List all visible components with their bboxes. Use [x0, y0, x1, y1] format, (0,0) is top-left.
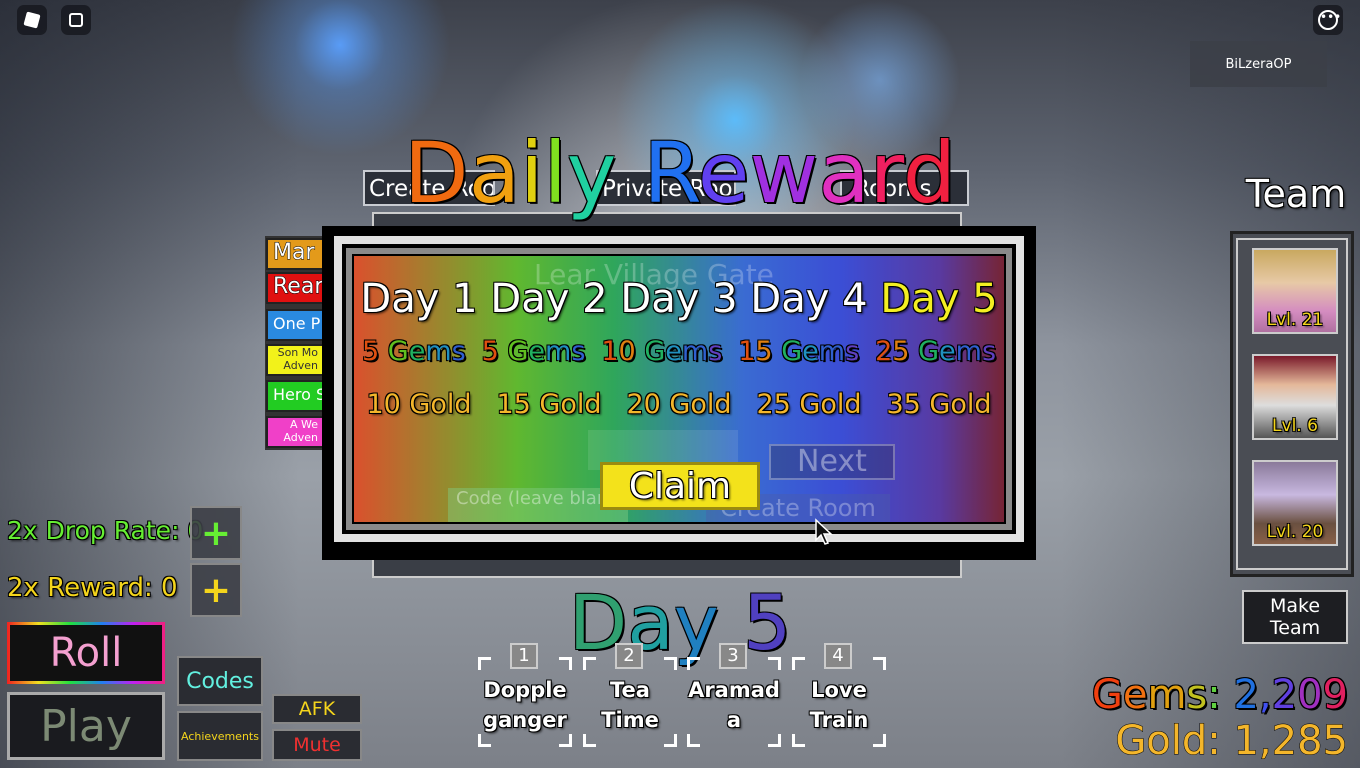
gems-counter-text: Gems: 2,209 [1091, 672, 1348, 718]
team-member-level: Lvl. 20 [1266, 522, 1324, 542]
song-number: 4 [824, 643, 852, 669]
song-name: Tea Time [601, 678, 659, 732]
reward-gems-row: 5 Gems 5 Gems 10 Gems 15 Gems 25 Gems [354, 336, 1004, 367]
gold-reward: 35 Gold [886, 389, 992, 420]
make-team-button[interactable]: Make Team [1242, 590, 1348, 644]
current-day-banner-text: Day 5 [568, 578, 792, 667]
next-button-ghost: Next [769, 444, 895, 480]
team-title: Team [1245, 172, 1347, 216]
drop-rate-boost-label: 2x Drop Rate: 0 [7, 516, 204, 545]
gem-reward: 10 Gems [601, 336, 723, 367]
achievements-button[interactable]: Achievements [177, 711, 263, 761]
song-name: Love Train [809, 678, 869, 732]
song-number: 1 [510, 643, 538, 669]
roll-button[interactable]: Roll [10, 625, 162, 681]
day-label: Day 1 [360, 276, 478, 322]
day-label-current: Day 5 [880, 276, 998, 322]
roll-button-frame: Roll [7, 622, 165, 684]
gem-reward: 15 Gems [738, 336, 860, 367]
song-card[interactable]: 3 Aramad a [687, 643, 781, 747]
mouse-cursor-icon [815, 518, 833, 545]
more-options-icon[interactable]: ••• [1313, 5, 1343, 35]
team-slot[interactable]: Lvl. 21 [1252, 248, 1338, 334]
gold-reward: 10 Gold [366, 389, 472, 420]
song-number: 2 [615, 643, 643, 669]
claim-button[interactable]: Claim [600, 462, 760, 510]
side-tab-one-piece[interactable]: One P [266, 309, 324, 341]
gem-reward: 25 Gems [875, 336, 997, 367]
afk-button[interactable]: AFK [272, 694, 362, 724]
team-slot[interactable]: Lvl. 20 [1252, 460, 1338, 546]
song-card[interactable]: 4 Love Train [792, 643, 886, 747]
roblox-menu-icon[interactable] [17, 5, 47, 35]
gold-reward: 20 Gold [626, 389, 732, 420]
player-name: BiLzeraOP [1190, 41, 1327, 87]
side-tab-son-mo[interactable]: Son Mo Adven [266, 344, 324, 376]
song-name: Dopple ganger [483, 678, 567, 732]
team-member-level: Lvl. 6 [1272, 416, 1318, 436]
side-tab-hero[interactable]: Hero S [266, 380, 324, 412]
reward-days-row: Day 1 Day 2 Day 3 Day 4 Day 5 [354, 276, 1004, 326]
play-button[interactable]: Play [7, 692, 165, 760]
mute-button[interactable]: Mute [272, 729, 362, 761]
gems-counter: Gems: 2,209 [1070, 672, 1348, 718]
team-slot[interactable]: Lvl. 6 [1252, 354, 1338, 440]
side-tab-rear[interactable]: Rear [266, 272, 324, 304]
codes-button[interactable]: Codes [177, 656, 263, 706]
current-day-banner: Day 5 [520, 578, 840, 667]
reward-gold-row: 10 Gold 15 Gold 20 Gold 25 Gold 35 Gold [354, 389, 1004, 420]
song-number: 3 [719, 643, 747, 669]
gold-counter: Gold: 1,285 [1115, 718, 1349, 765]
song-name: Aramad a [688, 678, 780, 732]
chat-icon[interactable] [61, 5, 91, 35]
daily-reward-title: Daily Reward [300, 124, 1060, 222]
song-card[interactable]: 1 Dopple ganger [478, 643, 572, 747]
gold-reward: 25 Gold [756, 389, 862, 420]
reward-boost-label: 2x Reward: 0 [7, 573, 178, 603]
side-tab-map[interactable]: Mar [266, 238, 324, 270]
team-member-level: Lvl. 21 [1266, 310, 1324, 330]
add-reward-button[interactable]: + [190, 563, 242, 617]
day-label: Day 2 [490, 276, 608, 322]
day-label: Day 4 [750, 276, 868, 322]
add-drop-rate-button[interactable]: + [190, 506, 242, 560]
daily-reward-title-text: Daily Reward [403, 124, 957, 222]
side-tab-adventure[interactable]: A We Adven [266, 416, 324, 448]
gem-reward: 5 Gems [481, 336, 586, 367]
gold-reward: 15 Gold [496, 389, 602, 420]
song-card[interactable]: 2 Tea Time [583, 643, 677, 747]
day-label: Day 3 [620, 276, 738, 322]
gem-reward: 5 Gems [361, 336, 466, 367]
